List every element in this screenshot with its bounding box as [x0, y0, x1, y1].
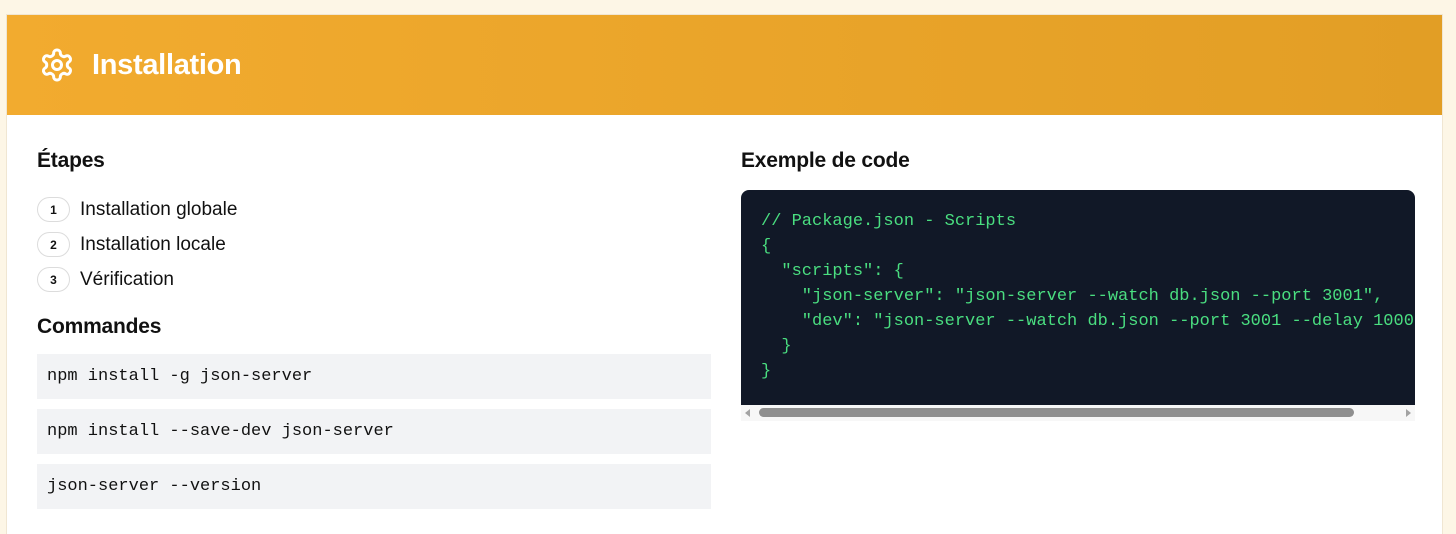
step-label: Installation locale — [80, 233, 226, 255]
scroll-right-arrow-icon[interactable] — [1406, 409, 1411, 417]
gear-icon — [39, 47, 75, 83]
step-item: 2 Installation locale — [37, 227, 237, 262]
command-block[interactable]: npm install -g json-server — [37, 354, 711, 399]
command-block[interactable]: json-server --version — [37, 464, 711, 509]
step-number-badge: 2 — [37, 232, 70, 257]
commands-heading: Commandes — [37, 315, 162, 338]
horizontal-scrollbar[interactable] — [741, 405, 1415, 421]
step-label: Vérification — [80, 268, 174, 290]
steps-list: 1 Installation globale 2 Installation lo… — [37, 192, 237, 297]
installation-card: Installation Étapes 1 Installation globa… — [6, 14, 1443, 534]
step-item: 3 Vérification — [37, 262, 237, 297]
code-example-panel: // Package.json - Scripts { "scripts": {… — [741, 190, 1415, 421]
command-block[interactable]: npm install --save-dev json-server — [37, 409, 711, 454]
scrollbar-thumb[interactable] — [759, 408, 1354, 417]
card-header: Installation — [7, 15, 1442, 115]
step-label: Installation globale — [80, 198, 238, 220]
page-title: Installation — [92, 48, 242, 81]
card-body: Étapes 1 Installation globale 2 Installa… — [7, 115, 1442, 534]
steps-heading: Étapes — [37, 149, 105, 172]
code-example-heading: Exemple de code — [741, 149, 910, 172]
code-block[interactable]: // Package.json - Scripts { "scripts": {… — [741, 190, 1415, 405]
step-number-badge: 1 — [37, 197, 70, 222]
step-item: 1 Installation globale — [37, 192, 237, 227]
step-number-badge: 3 — [37, 267, 70, 292]
scroll-left-arrow-icon[interactable] — [745, 409, 750, 417]
